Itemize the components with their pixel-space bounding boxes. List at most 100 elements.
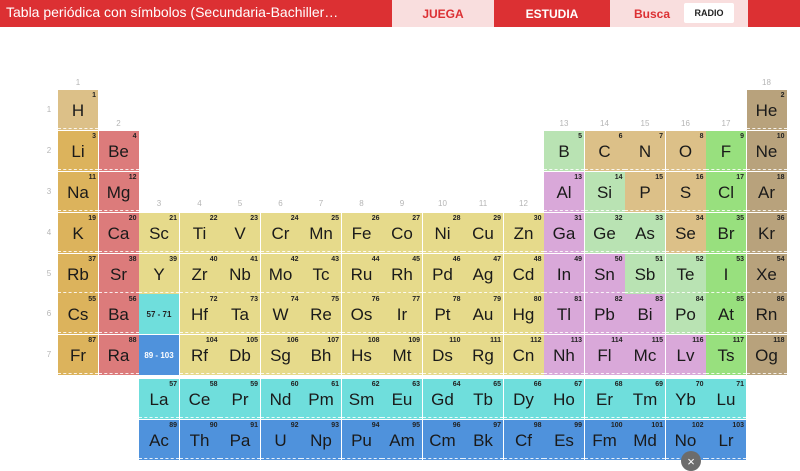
- close-icon[interactable]: ×: [681, 451, 701, 471]
- element-tile-tm[interactable]: 69 Tm: [625, 379, 665, 419]
- element-tile-cs[interactable]: 55 Cs: [58, 294, 98, 334]
- element-tile-be[interactable]: 4 Be: [98, 131, 139, 171]
- element-tile-mn[interactable]: 25 Mn: [301, 213, 341, 253]
- element-tile-cn[interactable]: 112 Cn: [503, 335, 544, 375]
- element-tile-u[interactable]: 92 U: [260, 420, 301, 460]
- element-tile-db[interactable]: 105 Db: [220, 335, 260, 375]
- element-tile-la[interactable]: 57 La: [139, 379, 179, 419]
- element-tile-s[interactable]: 16 S: [665, 172, 706, 212]
- element-tile-co[interactable]: 27 Co: [382, 213, 422, 253]
- element-tile-mg[interactable]: 12 Mg: [98, 172, 139, 212]
- element-tile-bi[interactable]: 83 Bi: [625, 294, 665, 334]
- element-tile-c[interactable]: 6C: [584, 131, 625, 171]
- element-tile-ga[interactable]: 31 Ga: [544, 213, 584, 253]
- element-tile-as[interactable]: 33 As: [625, 213, 665, 253]
- actinides-placeholder[interactable]: 89 - 103: [139, 335, 179, 375]
- element-tile-tc[interactable]: 43 Tc: [301, 254, 341, 294]
- element-tile-lv[interactable]: 116 Lv: [665, 335, 706, 375]
- element-tile-mt[interactable]: 109 Mt: [382, 335, 422, 375]
- element-tile-tb[interactable]: 65 Tb: [463, 379, 503, 419]
- element-tile-mo[interactable]: 42 Mo: [260, 254, 301, 294]
- element-tile-in[interactable]: 49 In: [544, 254, 584, 294]
- element-tile-cr[interactable]: 24 Cr: [260, 213, 301, 253]
- element-tile-nh[interactable]: 113 Nh: [544, 335, 584, 375]
- element-tile-rn[interactable]: 86 Rn: [746, 294, 787, 334]
- element-tile-os[interactable]: 76 Os: [341, 294, 382, 334]
- element-tile-cl[interactable]: 17 Cl: [706, 172, 746, 212]
- element-tile-v[interactable]: 23 V: [220, 213, 260, 253]
- element-tile-pu[interactable]: 94 Pu: [341, 420, 382, 460]
- element-tile-og[interactable]: 118 Og: [746, 335, 787, 375]
- radio-mode-button[interactable]: RADIO: [684, 3, 734, 23]
- element-tile-bk[interactable]: 97 Bk: [463, 420, 503, 460]
- element-tile-hg[interactable]: 80 Hg: [503, 294, 544, 334]
- element-tile-zn[interactable]: 30 Zn: [503, 213, 544, 253]
- element-tile-rf[interactable]: 104 Rf: [179, 335, 220, 375]
- element-tile-th[interactable]: 90 Th: [179, 420, 220, 460]
- element-tile-ca[interactable]: 20 Ca: [98, 213, 139, 253]
- element-tile-hf[interactable]: 72 Hf: [179, 294, 220, 334]
- element-tile-nd[interactable]: 60 Nd: [260, 379, 301, 419]
- element-tile-ag[interactable]: 47 Ag: [463, 254, 503, 294]
- element-tile-ds[interactable]: 110 Ds: [422, 335, 463, 375]
- element-tile-ho[interactable]: 67 Ho: [544, 379, 584, 419]
- lanthanides-placeholder[interactable]: 57 - 71: [139, 294, 179, 334]
- element-tile-pb[interactable]: 82 Pb: [584, 294, 625, 334]
- element-tile-sr[interactable]: 38 Sr: [98, 254, 139, 294]
- element-tile-cm[interactable]: 96 Cm: [422, 420, 463, 460]
- element-tile-cd[interactable]: 48 Cd: [503, 254, 544, 294]
- element-tile-md[interactable]: 101 Md: [625, 420, 665, 460]
- element-tile-al[interactable]: 13 Al: [544, 172, 584, 212]
- nav-juega-button[interactable]: JUEGA: [392, 0, 494, 27]
- element-tile-nb[interactable]: 41 Nb: [220, 254, 260, 294]
- element-tile-ba[interactable]: 56 Ba: [98, 294, 139, 334]
- element-tile-rb[interactable]: 37 Rb: [58, 254, 98, 294]
- element-tile-np[interactable]: 93 Np: [301, 420, 341, 460]
- element-tile-ra[interactable]: 88 Ra: [98, 335, 139, 375]
- element-tile-ce[interactable]: 58 Ce: [179, 379, 220, 419]
- element-tile-h[interactable]: 1H: [58, 90, 98, 130]
- element-tile-ta[interactable]: 73 Ta: [220, 294, 260, 334]
- element-tile-fe[interactable]: 26 Fe: [341, 213, 382, 253]
- element-tile-at[interactable]: 85 At: [706, 294, 746, 334]
- element-tile-er[interactable]: 68 Er: [584, 379, 625, 419]
- element-tile-es[interactable]: 99 Es: [544, 420, 584, 460]
- element-tile-rh[interactable]: 45 Rh: [382, 254, 422, 294]
- element-tile-lr[interactable]: 103 Lr: [706, 420, 746, 460]
- element-tile-tl[interactable]: 81 Tl: [544, 294, 584, 334]
- element-tile-si[interactable]: 14 Si: [584, 172, 625, 212]
- element-tile-sm[interactable]: 62 Sm: [341, 379, 382, 419]
- element-tile-mc[interactable]: 115 Mc: [625, 335, 665, 375]
- element-tile-yb[interactable]: 70 Yb: [665, 379, 706, 419]
- element-tile-n[interactable]: 7N: [625, 131, 665, 171]
- element-tile-ti[interactable]: 22 Ti: [179, 213, 220, 253]
- element-tile-pa[interactable]: 91 Pa: [220, 420, 260, 460]
- element-tile-zr[interactable]: 40 Zr: [179, 254, 220, 294]
- element-tile-fl[interactable]: 114 Fl: [584, 335, 625, 375]
- element-tile-i[interactable]: 53 I: [706, 254, 746, 294]
- element-tile-se[interactable]: 34 Se: [665, 213, 706, 253]
- element-tile-y[interactable]: 39 Y: [139, 254, 179, 294]
- element-tile-ac[interactable]: 89 Ac: [139, 420, 179, 460]
- element-tile-w[interactable]: 74 W: [260, 294, 301, 334]
- element-tile-cf[interactable]: 98 Cf: [503, 420, 544, 460]
- element-tile-ge[interactable]: 32 Ge: [584, 213, 625, 253]
- element-tile-bh[interactable]: 107 Bh: [301, 335, 341, 375]
- element-tile-sc[interactable]: 21 Sc: [139, 213, 179, 253]
- element-tile-ni[interactable]: 28 Ni: [422, 213, 463, 253]
- element-tile-ts[interactable]: 117 Ts: [706, 335, 746, 375]
- element-tile-au[interactable]: 79 Au: [463, 294, 503, 334]
- element-tile-k[interactable]: 19 K: [58, 213, 98, 253]
- element-tile-ne[interactable]: 10 Ne: [746, 131, 787, 171]
- element-tile-po[interactable]: 84 Po: [665, 294, 706, 334]
- element-tile-kr[interactable]: 36 Kr: [746, 213, 787, 253]
- element-tile-f[interactable]: 9F: [706, 131, 746, 171]
- element-tile-pr[interactable]: 59 Pr: [220, 379, 260, 419]
- element-tile-na[interactable]: 11 Na: [58, 172, 98, 212]
- element-tile-li[interactable]: 3 Li: [58, 131, 98, 171]
- element-tile-pt[interactable]: 78 Pt: [422, 294, 463, 334]
- element-tile-cu[interactable]: 29 Cu: [463, 213, 503, 253]
- element-tile-pm[interactable]: 61 Pm: [301, 379, 341, 419]
- element-tile-eu[interactable]: 63 Eu: [382, 379, 422, 419]
- element-tile-o[interactable]: 8O: [665, 131, 706, 171]
